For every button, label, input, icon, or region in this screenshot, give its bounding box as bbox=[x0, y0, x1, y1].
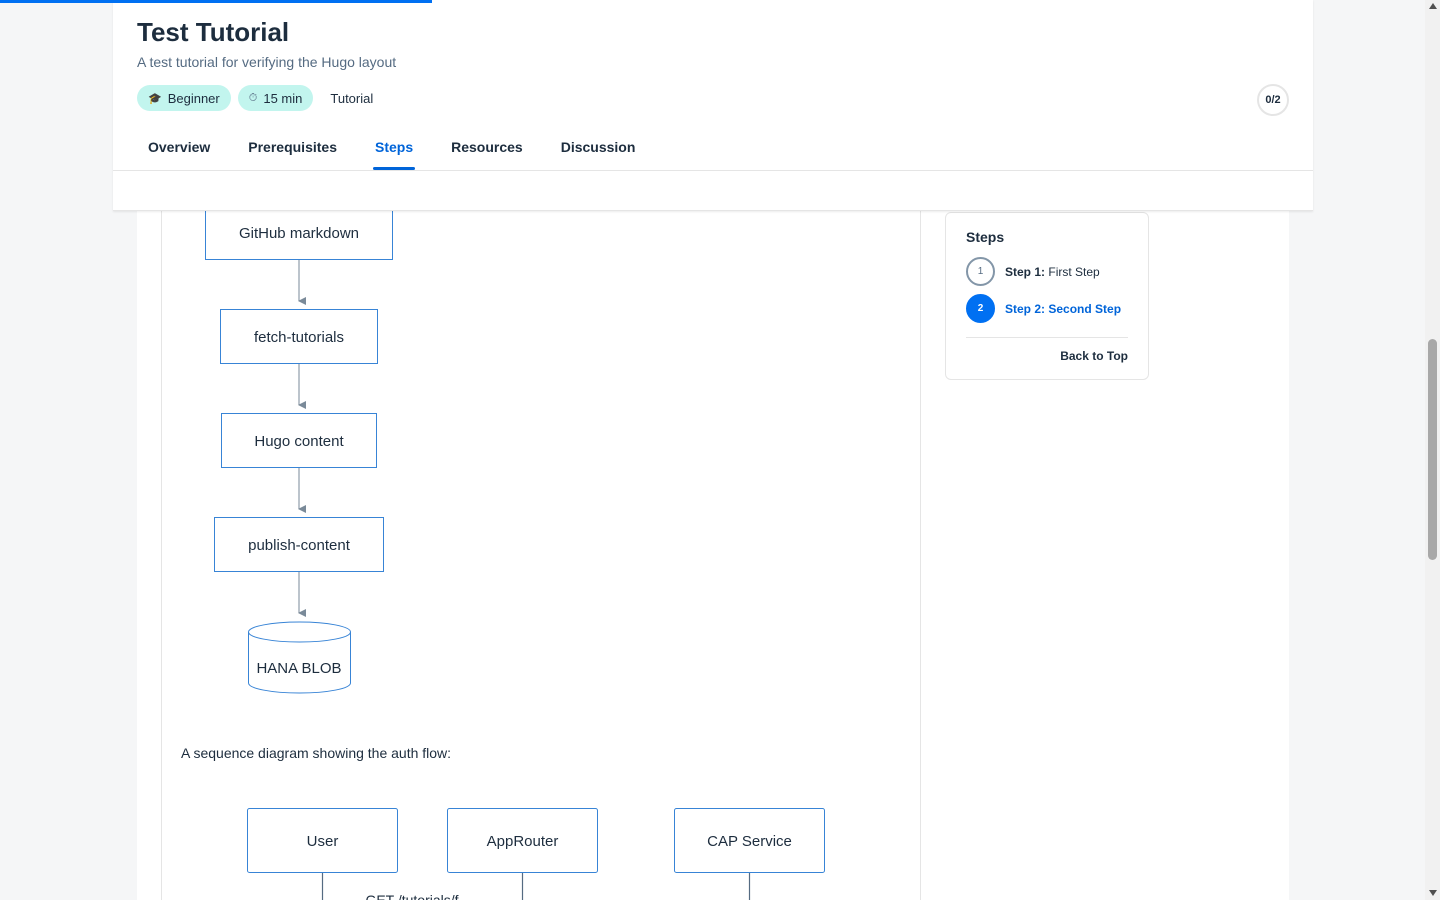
tab-resources[interactable]: Resources bbox=[440, 128, 534, 170]
tab-discussion[interactable]: Discussion bbox=[550, 128, 647, 170]
tab-prerequisites[interactable]: Prerequisites bbox=[237, 128, 348, 170]
sequence-actor-label: CAP Service bbox=[707, 833, 792, 850]
step-label: Step 2: Second Step bbox=[1005, 301, 1122, 316]
page-title: Test Tutorial bbox=[137, 17, 290, 47]
tab-overview[interactable]: Overview bbox=[137, 128, 221, 170]
level-badge: 🎓 Beginner bbox=[137, 85, 231, 111]
type-badge: Tutorial bbox=[330, 90, 374, 106]
flow-diagram: GitHub markdown fetch-tutorials Hugo con… bbox=[205, 205, 393, 694]
tab-steps[interactable]: Steps bbox=[364, 128, 424, 170]
sidebar-divider bbox=[966, 337, 1128, 338]
step-label: Step 1: First Step bbox=[1005, 264, 1100, 279]
page-subtitle: A test tutorial for verifying the Hugo l… bbox=[137, 54, 397, 70]
time-badge-label: 15 min bbox=[263, 90, 303, 106]
time-badge: ⏱ 15 min bbox=[237, 85, 314, 111]
flow-node-hana-blob: HANA BLOB bbox=[248, 621, 351, 694]
sequence-message-label: GET /tutorials/f bbox=[365, 892, 458, 900]
steps-sidebar-title: Steps bbox=[966, 229, 1005, 245]
sequence-actor-label: AppRouter bbox=[487, 833, 559, 850]
tutorial-header: Test Tutorial A test tutorial for verify… bbox=[113, 0, 1313, 211]
flow-node-label: fetch-tutorials bbox=[254, 329, 344, 346]
tutorial-badges: 🎓 Beginner ⏱ 15 min Tutorial bbox=[137, 85, 383, 111]
flow-node-label: HANA BLOB bbox=[256, 660, 341, 677]
sidebar-step-1[interactable]: 1 Step 1: First Step bbox=[966, 257, 1100, 286]
sidebar-step-2[interactable]: 2 Step 2: Second Step bbox=[966, 294, 1121, 323]
sequence-intro-text: A sequence diagram showing the auth flow… bbox=[181, 745, 452, 761]
stopwatch-icon: ⏱ bbox=[248, 91, 258, 104]
sequence-actor-label: User bbox=[307, 833, 339, 850]
graduation-cap-icon: 🎓 bbox=[148, 92, 162, 105]
header-divider bbox=[113, 170, 1313, 171]
flow-node-label: GitHub markdown bbox=[239, 225, 359, 242]
back-to-top-link[interactable]: Back to Top bbox=[1060, 349, 1128, 363]
flow-node-label: Hugo content bbox=[254, 433, 344, 450]
tab-bar: Overview Prerequisites Steps Resources D… bbox=[137, 128, 662, 170]
flow-node-label: publish-content bbox=[248, 537, 351, 554]
progress-counter: 0/2 bbox=[1257, 84, 1289, 116]
reading-progress-bar bbox=[0, 0, 432, 3]
step-number: 1 bbox=[966, 257, 995, 286]
step-number: 2 bbox=[966, 294, 995, 323]
sequence-diagram: User AppRouter CAP Service GET /tutorial… bbox=[247, 808, 825, 900]
level-badge-label: Beginner bbox=[167, 90, 220, 106]
steps-sidebar: Steps 1 Step 1: First Step 2 Step 2: Sec… bbox=[945, 212, 1149, 380]
